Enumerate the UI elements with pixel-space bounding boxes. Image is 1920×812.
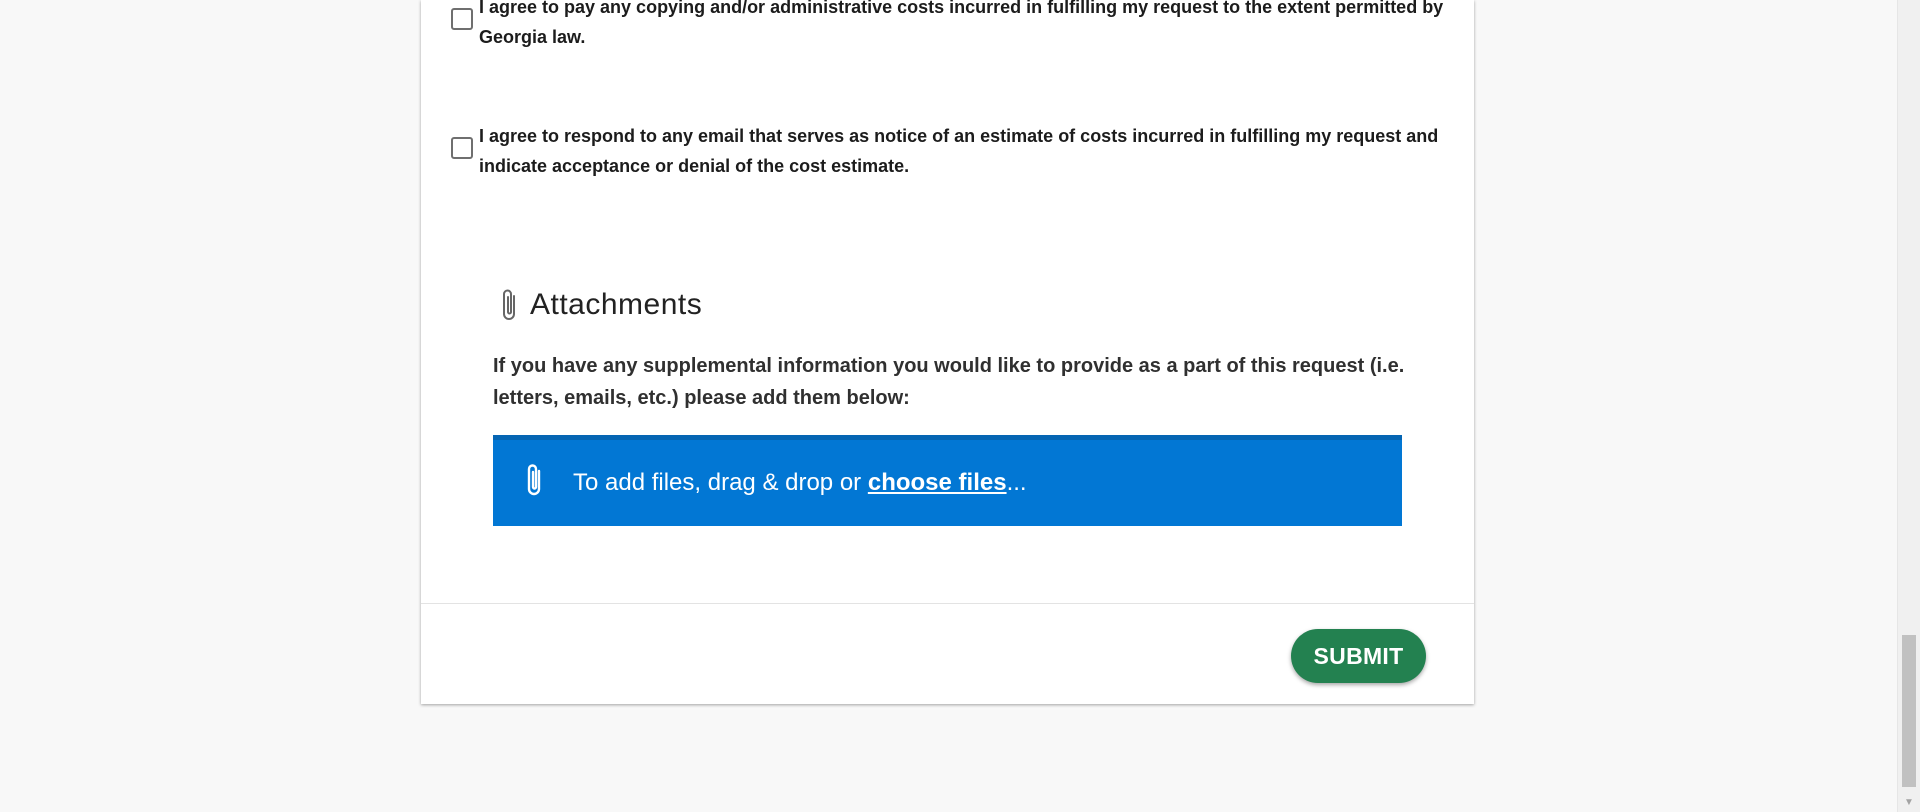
consent-row-estimate[interactable]: I agree to respond to any email that ser…: [451, 121, 1461, 181]
submit-button[interactable]: SUBMIT: [1291, 629, 1426, 683]
request-form-card: I agree to pay any copying and/or admini…: [421, 0, 1474, 704]
consent-estimate-label: I agree to respond to any email that ser…: [479, 126, 1439, 176]
page-scrollbar[interactable]: ▼: [1897, 0, 1920, 812]
consent-costs-label: I agree to pay any copying and/or admini…: [479, 0, 1444, 47]
attachments-title: Attachments: [530, 288, 703, 321]
scrollbar-thumb[interactable]: [1902, 635, 1916, 787]
paperclip-icon: [523, 462, 545, 505]
page: I agree to pay any copying and/or admini…: [0, 0, 1920, 812]
consent-estimate-checkbox[interactable]: [451, 137, 473, 159]
paperclip-icon: [498, 287, 520, 323]
form-footer-divider: [421, 603, 1474, 604]
consent-row-costs[interactable]: I agree to pay any copying and/or admini…: [451, 0, 1461, 52]
attachments-header: Attachments: [498, 287, 702, 323]
choose-files-link[interactable]: choose files: [868, 469, 1007, 497]
dropzone-prefix: To add files, drag & drop or: [573, 469, 868, 496]
file-dropzone[interactable]: To add files, drag & drop or choose file…: [493, 435, 1402, 526]
attachments-description: If you have any supplemental information…: [493, 355, 1405, 409]
consent-costs-checkbox[interactable]: [451, 8, 473, 30]
scroll-down-arrow-icon[interactable]: ▼: [1898, 798, 1920, 808]
dropzone-suffix: ...: [1006, 469, 1027, 496]
